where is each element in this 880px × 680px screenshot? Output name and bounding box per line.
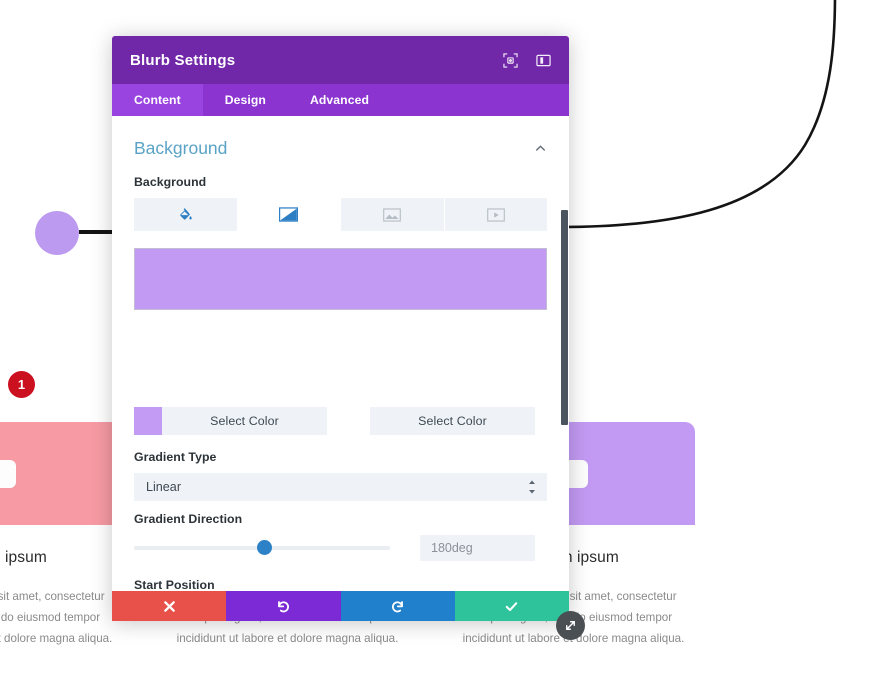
start-position-label: Start Position xyxy=(134,578,215,592)
undo-button[interactable] xyxy=(226,591,341,621)
modal-tabbar: Content Design Advanced xyxy=(112,84,569,116)
card-text: Lorem ipsum dolor sit amet, consectetur … xyxy=(0,590,113,646)
cancel-button[interactable] xyxy=(112,591,227,621)
video-icon xyxy=(486,207,505,222)
card-body: Lorum ipsum Lorem ipsum dolor sit amet, … xyxy=(0,525,123,650)
gradient-direction-slider-row xyxy=(134,535,547,561)
background-image-tab[interactable] xyxy=(341,198,444,231)
image-icon xyxy=(383,207,402,222)
redo-icon xyxy=(392,600,404,612)
gradient-direction-field: Gradient Direction xyxy=(134,512,547,561)
step-badge-1: 1 xyxy=(8,371,35,398)
chevron-up-icon[interactable] xyxy=(534,142,547,155)
section-title: Background xyxy=(134,138,228,158)
redo-button[interactable] xyxy=(340,591,455,621)
gradient-icon xyxy=(279,207,299,222)
select-color-button-2[interactable]: Select Color xyxy=(370,407,535,435)
card-item: Lorum ipsum Lorem ipsum dolor sit amet, … xyxy=(0,422,123,680)
background-field-label: Background xyxy=(134,175,207,189)
gradient-preview xyxy=(134,248,547,310)
background-video-tab[interactable] xyxy=(444,198,547,231)
close-icon xyxy=(163,600,175,612)
resize-diagonal-icon xyxy=(566,621,575,630)
select-arrows-icon xyxy=(529,480,535,494)
background-section-header[interactable]: Background xyxy=(134,116,547,175)
card-icon xyxy=(0,459,16,488)
gradient-type-select[interactable]: Linear xyxy=(134,473,547,501)
modal-header: Blurb Settings xyxy=(112,36,569,84)
background-type-tabs xyxy=(134,198,547,231)
select-color-button-1[interactable]: Select Color xyxy=(162,407,327,435)
blurb-settings-modal: Blurb Settings Content Design Advanced B… xyxy=(112,36,569,621)
paint-bucket-icon xyxy=(179,208,192,220)
gradient-type-field: Gradient Type Linear xyxy=(134,450,547,501)
decorative-curve-line xyxy=(560,0,837,229)
gradient-type-value: Linear xyxy=(146,480,182,494)
background-gradient-tab[interactable] xyxy=(237,198,340,231)
undo-icon xyxy=(277,600,289,612)
gradient-direction-slider[interactable] xyxy=(134,540,390,555)
gradient-direction-input[interactable] xyxy=(420,535,535,561)
check-icon xyxy=(506,601,518,611)
card-image xyxy=(0,422,123,525)
save-button[interactable] xyxy=(454,591,569,621)
tab-design[interactable]: Design xyxy=(203,84,288,116)
gradient-color-swatch-1[interactable] xyxy=(134,407,162,435)
modal-resize-handle[interactable] xyxy=(556,611,585,640)
modal-scrollbar[interactable] xyxy=(561,210,568,425)
slider-thumb[interactable] xyxy=(257,540,272,555)
modal-action-bar xyxy=(112,591,569,621)
header-icon-group xyxy=(503,52,551,68)
layout-icon[interactable] xyxy=(536,53,551,68)
background-color-tab[interactable] xyxy=(134,198,237,231)
decorative-circle xyxy=(35,211,79,255)
gradient-color-row: Select Color Select Color xyxy=(134,407,547,435)
page-title: Blurb Settings xyxy=(130,51,236,69)
gradient-direction-label: Gradient Direction xyxy=(134,512,243,526)
tab-advanced[interactable]: Advanced xyxy=(288,84,391,116)
tab-content[interactable]: Content xyxy=(112,84,203,116)
card-title: Lorum ipsum xyxy=(0,549,47,566)
gradient-type-label: Gradient Type xyxy=(134,450,217,464)
screen: Lorum ipsum Lorem ipsum dolor sit amet, … xyxy=(0,0,880,680)
expand-icon[interactable] xyxy=(503,52,518,68)
